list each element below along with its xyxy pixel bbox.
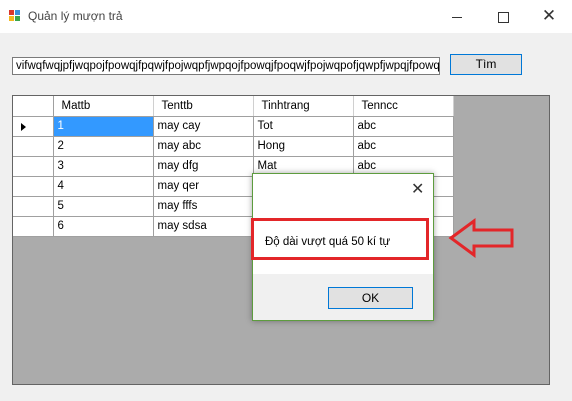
row-header[interactable] bbox=[13, 156, 54, 177]
row-header[interactable] bbox=[13, 196, 54, 217]
table-cell[interactable]: may qer bbox=[153, 176, 254, 197]
table-cell[interactable]: 3 bbox=[53, 156, 154, 177]
app-icon bbox=[9, 10, 21, 22]
minimize-button[interactable] bbox=[434, 0, 480, 32]
column-header-tenttb[interactable]: Tenttb bbox=[153, 96, 254, 117]
table-cell[interactable]: 5 bbox=[53, 196, 154, 217]
search-input[interactable]: vifwqfwqjpfjwqpojfpowqjfpqwjfpojwqpfjwpq… bbox=[12, 57, 440, 75]
row-header-corner[interactable] bbox=[13, 96, 54, 117]
window-title: Quản lý mượn trả bbox=[28, 9, 123, 23]
table-cell[interactable]: abc bbox=[353, 136, 454, 157]
table-cell[interactable]: Tot bbox=[253, 116, 354, 137]
annotation-highlight-box bbox=[251, 218, 429, 260]
table-cell[interactable]: 2 bbox=[53, 136, 154, 157]
table-cell[interactable]: 1 bbox=[53, 116, 154, 137]
table-row[interactable]: 1 may cay Tot abc bbox=[13, 116, 454, 137]
close-button[interactable]: ✕ bbox=[526, 0, 572, 32]
row-header[interactable] bbox=[13, 116, 54, 137]
table-cell[interactable]: Hong bbox=[253, 136, 354, 157]
ok-button[interactable]: OK bbox=[328, 287, 413, 309]
row-header[interactable] bbox=[13, 176, 54, 197]
table-cell[interactable]: may sdsa bbox=[153, 216, 254, 237]
column-header-tinhtrang[interactable]: Tinhtrang bbox=[253, 96, 354, 117]
close-icon: ✕ bbox=[541, 6, 557, 25]
search-button[interactable]: Tìm bbox=[450, 54, 522, 75]
row-header[interactable] bbox=[13, 136, 54, 157]
table-cell[interactable]: may fffs bbox=[153, 196, 254, 217]
column-header-tenncc[interactable]: Tenncc bbox=[353, 96, 454, 117]
table-cell[interactable]: abc bbox=[353, 116, 454, 137]
annotation-arrow-icon bbox=[448, 218, 514, 258]
dialog-close-icon[interactable]: ✕ bbox=[411, 182, 424, 198]
table-cell[interactable]: may abc bbox=[153, 136, 254, 157]
current-row-icon bbox=[21, 122, 26, 131]
maximize-button[interactable] bbox=[480, 0, 526, 32]
table-cell[interactable]: may cay bbox=[153, 116, 254, 137]
maximize-icon bbox=[497, 11, 509, 23]
title-bar: Quản lý mượn trả ✕ bbox=[0, 0, 572, 33]
column-header-mattb[interactable]: Mattb bbox=[53, 96, 154, 117]
header-row: Mattb Tenttb Tinhtrang Tenncc bbox=[13, 96, 454, 117]
minimize-icon bbox=[452, 16, 462, 18]
table-cell[interactable]: may dfg bbox=[153, 156, 254, 177]
table-cell[interactable]: 6 bbox=[53, 216, 154, 237]
row-header[interactable] bbox=[13, 216, 54, 237]
table-row[interactable]: 2 may abc Hong abc bbox=[13, 136, 454, 157]
table-cell[interactable]: 4 bbox=[53, 176, 154, 197]
